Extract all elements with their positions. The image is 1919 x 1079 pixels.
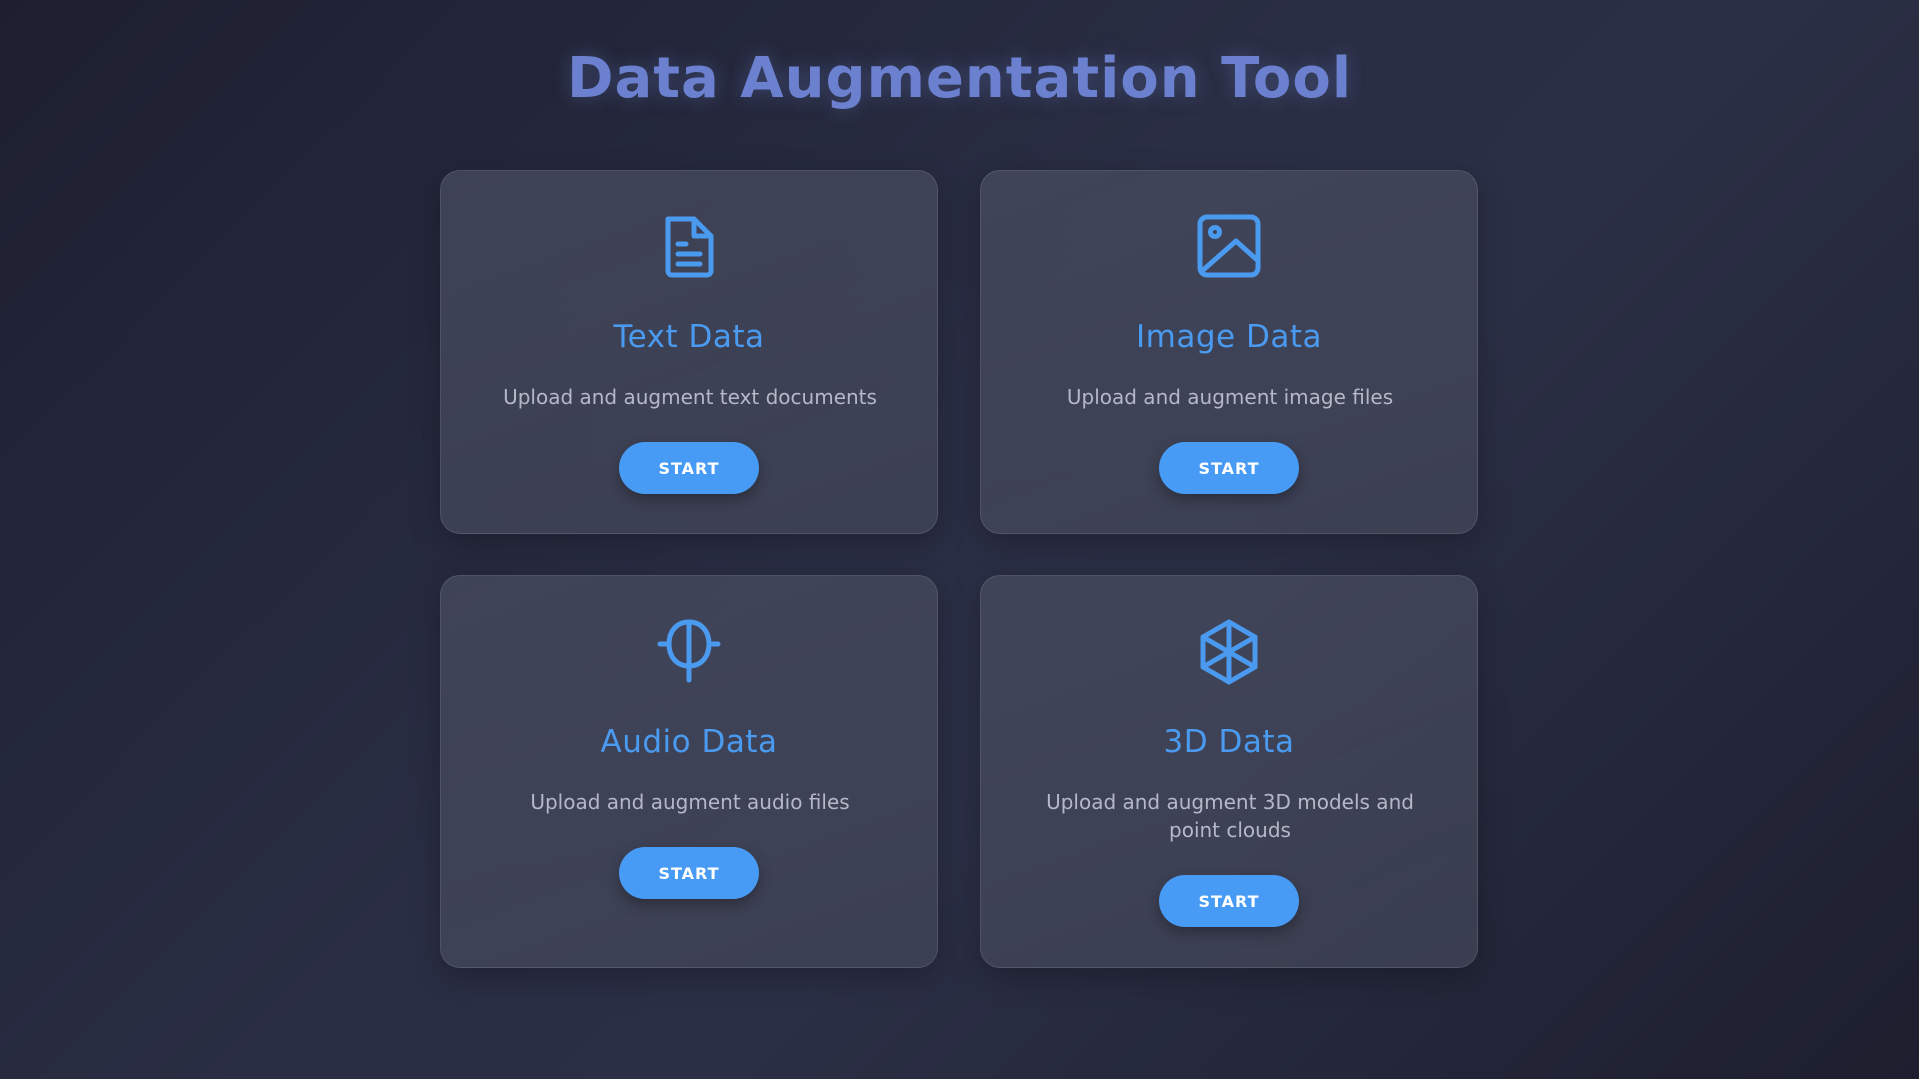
page-title: Data Augmentation Tool — [566, 46, 1353, 111]
audio-data-card: Audio Data Upload and augment audio file… — [440, 575, 938, 968]
start-3d-button[interactable]: START — [1159, 875, 1299, 927]
card-title: 3D Data — [1163, 724, 1295, 760]
text-data-card: Text Data Upload and augment text docume… — [440, 170, 938, 534]
card-title: Text Data — [613, 319, 765, 355]
audio-icon — [654, 616, 724, 686]
card-description: Upload and augment audio files — [530, 790, 850, 814]
card-description: Upload and augment 3D models and point c… — [1046, 790, 1414, 842]
cube-icon — [1194, 616, 1264, 686]
start-image-button[interactable]: START — [1159, 442, 1299, 494]
card-title: Audio Data — [600, 724, 778, 760]
card-description: Upload and augment text documents — [503, 385, 877, 409]
start-audio-button[interactable]: START — [619, 847, 759, 899]
card-title: Image Data — [1136, 319, 1322, 355]
start-text-button[interactable]: START — [619, 442, 759, 494]
card-grid: Text Data Upload and augment text docume… — [440, 170, 1480, 970]
document-icon — [654, 211, 724, 281]
image-data-card: Image Data Upload and augment image file… — [980, 170, 1478, 534]
3d-data-card: 3D Data Upload and augment 3D models and… — [980, 575, 1478, 968]
image-icon — [1194, 211, 1264, 281]
card-description: Upload and augment image files — [1066, 385, 1394, 409]
